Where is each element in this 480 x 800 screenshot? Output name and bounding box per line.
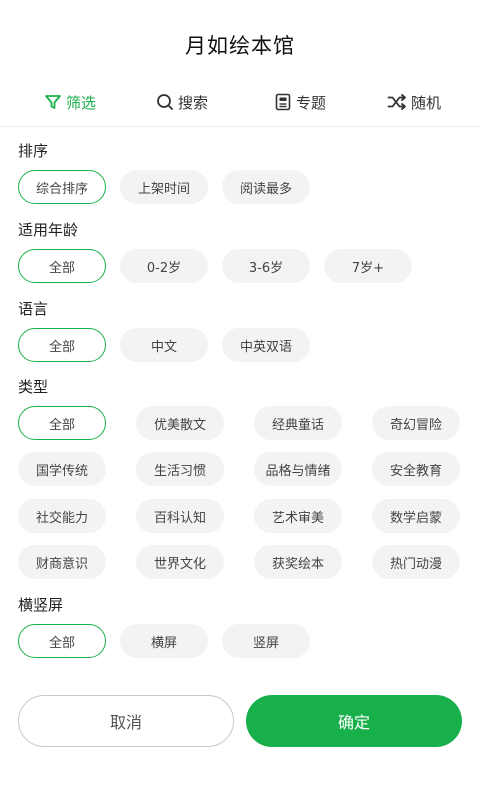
- chip-type-award[interactable]: 获奖绘本: [254, 545, 342, 579]
- tab-filter[interactable]: 筛选: [22, 80, 118, 124]
- chip-orientation-all[interactable]: 全部: [18, 624, 106, 658]
- tab-random-label: 随机: [410, 93, 441, 112]
- chip-type-social[interactable]: 社交能力: [18, 499, 106, 533]
- chip-language-chinese[interactable]: 中文: [120, 328, 208, 362]
- tab-topic[interactable]: 专题: [252, 80, 348, 124]
- chip-age-0-2[interactable]: 0-2岁: [120, 249, 208, 283]
- chip-age-all[interactable]: 全部: [18, 249, 106, 283]
- chip-type-encyclopedia[interactable]: 百科认知: [136, 499, 224, 533]
- chip-type-traditional[interactable]: 国学传统: [18, 452, 106, 486]
- chip-type-character[interactable]: 品格与情绪: [254, 452, 342, 486]
- page-title: 月如绘本馆: [185, 34, 295, 58]
- chip-type-prose[interactable]: 优美散文: [136, 406, 224, 440]
- chip-type-art[interactable]: 艺术审美: [254, 499, 342, 533]
- chip-orientation-portrait[interactable]: 竖屏: [222, 624, 310, 658]
- chip-language-all[interactable]: 全部: [18, 328, 106, 362]
- chip-orientation-landscape[interactable]: 横屏: [120, 624, 208, 658]
- chip-age-3-6[interactable]: 3-6岁: [222, 249, 310, 283]
- topic-icon: [274, 93, 296, 111]
- confirm-button[interactable]: 确定: [246, 695, 462, 747]
- chip-sort-comprehensive[interactable]: 综合排序: [18, 170, 106, 204]
- chip-type-habits[interactable]: 生活习惯: [136, 452, 224, 486]
- filter-icon: [44, 93, 66, 111]
- section-title-language: 语言: [18, 300, 49, 318]
- cancel-button[interactable]: 取消: [18, 695, 234, 747]
- tab-divider: [0, 126, 480, 127]
- chip-type-adventure[interactable]: 奇幻冒险: [372, 406, 460, 440]
- tab-filter-label: 筛选: [65, 93, 96, 112]
- section-title-type: 类型: [18, 378, 49, 396]
- chip-type-all[interactable]: 全部: [18, 406, 106, 440]
- chip-type-safety[interactable]: 安全教育: [372, 452, 460, 486]
- chip-type-finance[interactable]: 财商意识: [18, 545, 106, 579]
- tab-topic-label: 专题: [295, 93, 326, 112]
- section-title-sort: 排序: [18, 142, 49, 160]
- chip-sort-newest[interactable]: 上架时间: [120, 170, 208, 204]
- chip-type-fairy-tale[interactable]: 经典童话: [254, 406, 342, 440]
- chip-type-anime[interactable]: 热门动漫: [372, 545, 460, 579]
- chip-sort-most-read[interactable]: 阅读最多: [222, 170, 310, 204]
- search-icon: [156, 93, 178, 111]
- chip-type-math[interactable]: 数学启蒙: [372, 499, 460, 533]
- section-title-age: 适用年龄: [18, 221, 79, 239]
- chip-type-world-culture[interactable]: 世界文化: [136, 545, 224, 579]
- shuffle-icon: [387, 93, 411, 111]
- chip-language-bilingual[interactable]: 中英双语: [222, 328, 310, 362]
- tab-search-label: 搜索: [177, 93, 208, 112]
- chip-age-7plus[interactable]: 7岁+: [324, 249, 412, 283]
- section-title-orientation: 横竖屏: [18, 596, 64, 614]
- tab-search[interactable]: 搜索: [134, 80, 230, 124]
- tab-random[interactable]: 随机: [366, 80, 462, 124]
- tab-bar: 筛选 搜索 专题 随机: [0, 80, 480, 124]
